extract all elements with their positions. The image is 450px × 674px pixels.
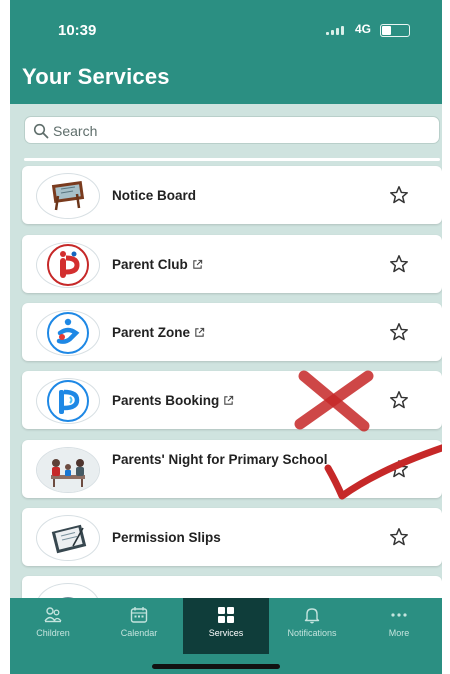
service-label: Notice Board: [112, 188, 197, 203]
nav-tab-more[interactable]: More: [356, 598, 442, 654]
service-label: Parents Booking: [112, 391, 348, 410]
service-card-parent-club[interactable]: Parent Club: [22, 235, 442, 293]
star-icon[interactable]: [388, 321, 410, 343]
battery-icon: [380, 24, 410, 37]
service-card-permission-slips[interactable]: Permission Slips: [22, 508, 442, 566]
notice-board-icon: [36, 173, 100, 219]
external-link-icon: [193, 259, 202, 269]
network-type: 4G: [355, 22, 372, 36]
star-icon[interactable]: [388, 458, 410, 480]
signal-icon: [326, 25, 348, 35]
services-icon: [218, 607, 234, 623]
nav-tab-children[interactable]: Children: [10, 598, 96, 654]
nav-label: Notifications: [287, 628, 337, 638]
service-label: Parents' Night for Primary School: [112, 452, 328, 467]
parents-night-icon: [36, 447, 100, 493]
external-link-icon: [195, 327, 205, 337]
nav-tab-notifications[interactable]: Notifications: [269, 598, 355, 654]
services-list-area[interactable]: Notice Board Parent Club: [10, 104, 442, 598]
service-card-parents-night[interactable]: Parents' Night for Primary School: [22, 440, 442, 498]
service-card-partial[interactable]: [22, 576, 442, 598]
partial-service-icon: [36, 583, 100, 598]
phone-screen: 10:39 4G Your Services Search Notice Boa…: [10, 0, 442, 674]
permission-slips-icon: [36, 515, 100, 561]
star-icon[interactable]: [388, 389, 410, 411]
status-time: 10:39: [58, 22, 97, 39]
nav-tab-services[interactable]: Services: [183, 598, 269, 654]
service-label: Parent Club: [112, 255, 348, 274]
star-icon[interactable]: [388, 526, 410, 548]
nav-label: Services: [208, 628, 244, 638]
bottom-nav: Children Calendar Services Notifications…: [10, 598, 442, 654]
nav-tab-calendar[interactable]: Calendar: [96, 598, 182, 654]
star-icon[interactable]: [388, 184, 410, 206]
nav-label: Children: [36, 628, 70, 638]
bell-icon: [304, 608, 320, 624]
page-title: Your Services: [22, 64, 170, 89]
service-card-parents-booking[interactable]: Parents Booking: [22, 371, 442, 429]
parent-club-icon: [36, 242, 100, 288]
service-label: Parent Zone: [112, 323, 348, 342]
home-indicator[interactable]: [152, 664, 280, 669]
more-icon: [391, 613, 407, 617]
status-bar: 10:39 4G: [10, 0, 442, 50]
parent-zone-icon: [36, 310, 100, 356]
search-icon: [33, 123, 49, 139]
star-icon[interactable]: [388, 253, 410, 275]
list-divider: [24, 158, 440, 161]
search-bar[interactable]: [24, 116, 440, 144]
search-input[interactable]: [53, 121, 423, 141]
nav-label: Calendar: [120, 628, 158, 638]
parents-booking-icon: [36, 378, 100, 424]
external-link-icon: [224, 395, 234, 405]
service-card-parent-zone[interactable]: Parent Zone: [22, 303, 442, 361]
service-label: Permission Slips: [112, 530, 221, 545]
nav-label: More: [388, 628, 410, 638]
calendar-icon: [130, 607, 148, 623]
service-card-notice-board[interactable]: Notice Board: [22, 166, 442, 224]
children-icon: [44, 607, 62, 623]
